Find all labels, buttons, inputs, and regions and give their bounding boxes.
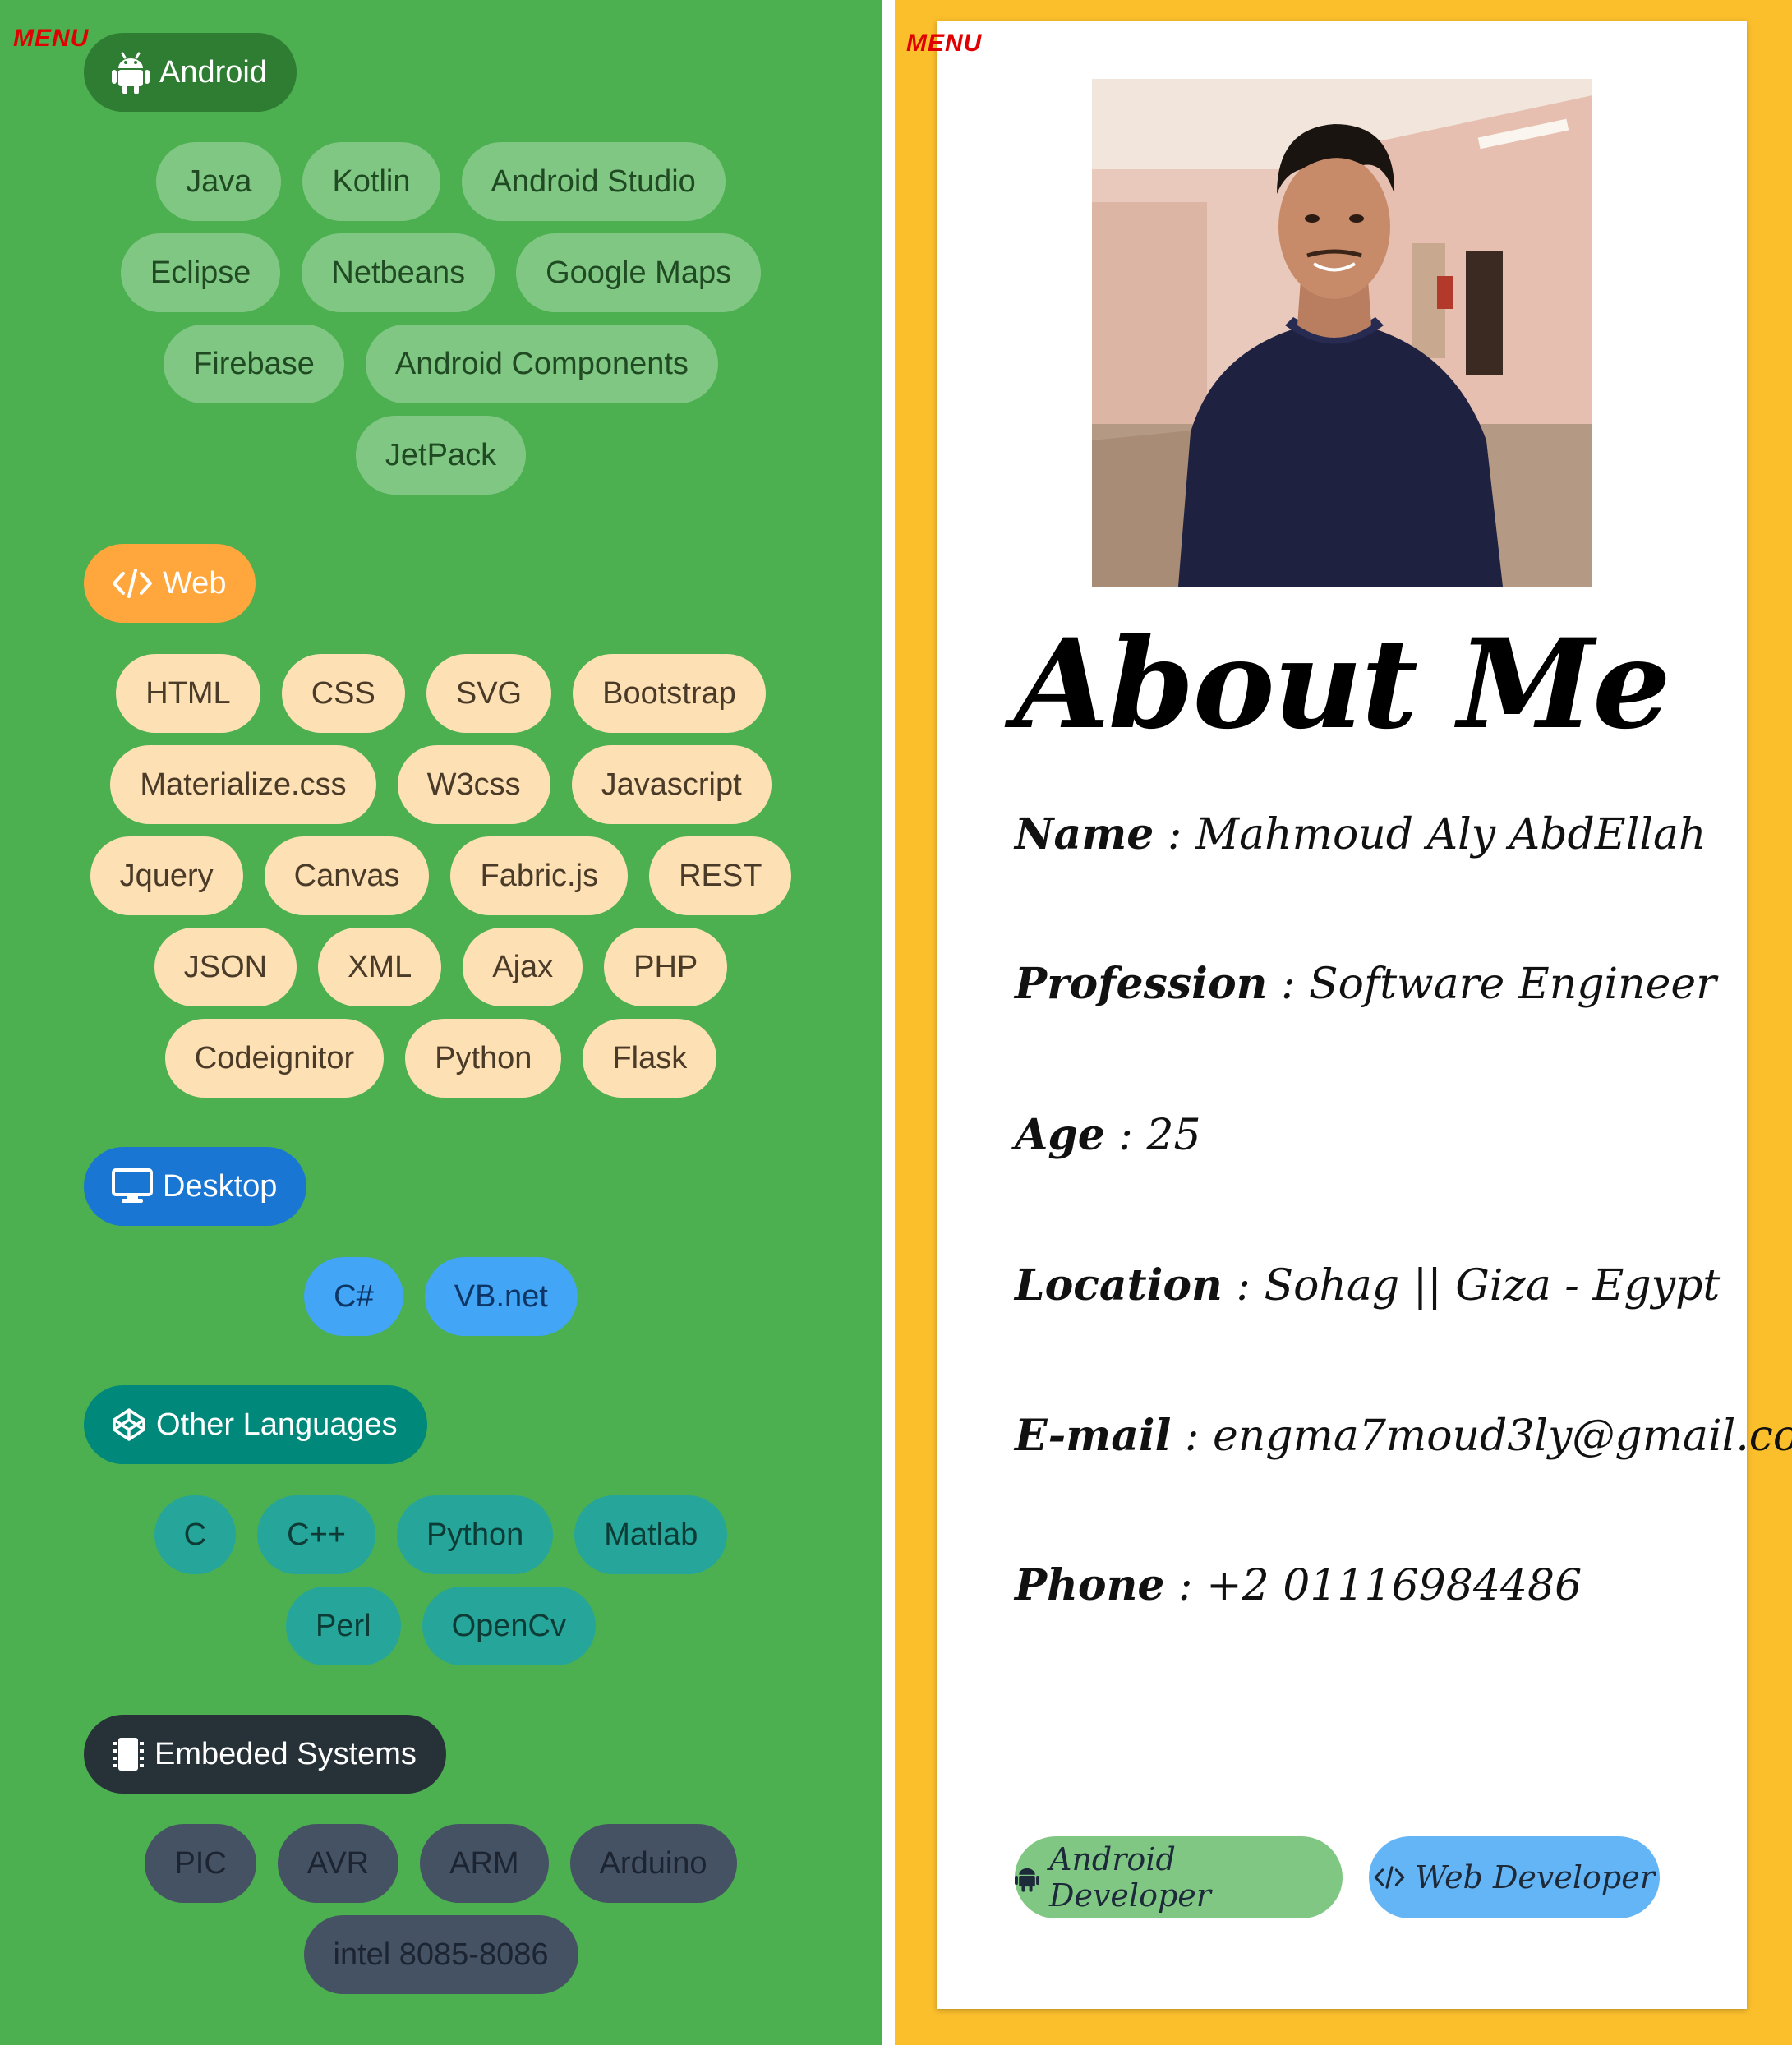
skill-chip[interactable]: Android Studio: [461, 142, 726, 221]
skill-chip[interactable]: PHP: [604, 928, 728, 1006]
android-icon: [112, 50, 150, 94]
skill-chip[interactable]: CSS: [281, 654, 405, 733]
skill-chip[interactable]: REST: [649, 836, 792, 915]
category-label: Other Languages: [156, 1407, 398, 1442]
info-key: E-mail: [1015, 1411, 1172, 1461]
info-name: Name : Mahmoud Aly AbdEllah: [1015, 809, 1707, 859]
android-skills: Java Kotlin Android Studio Eclipse Netbeans…: [0, 142, 882, 507]
category-web[interactable]: Web: [84, 544, 256, 623]
skill-chip[interactable]: Fabric.js: [450, 836, 629, 915]
android-developer-button[interactable]: Android Developer: [1015, 1836, 1343, 1918]
info-value[interactable]: : +2 01116984486: [1164, 1561, 1582, 1610]
code-icon: [112, 569, 153, 598]
chip-icon: [112, 1735, 145, 1773]
category-label: Android: [159, 54, 267, 90]
skill-chip[interactable]: Java: [156, 142, 282, 221]
badge-label: Android Developer: [1049, 1841, 1211, 1914]
skill-chip[interactable]: OpenCv: [422, 1587, 596, 1665]
category-embedded-systems[interactable]: Embeded Systems: [84, 1715, 446, 1794]
category-label: Embeded Systems: [154, 1736, 417, 1771]
skill-chip[interactable]: JSON: [154, 928, 297, 1006]
info-age: Age : 25: [1015, 1110, 1201, 1160]
category-label: Web: [163, 565, 227, 601]
info-value[interactable]: : engma7moud3ly@gmail.com: [1171, 1412, 1792, 1461]
skill-chip[interactable]: Materialize.css: [110, 745, 376, 824]
badge-label: Web Developer: [1415, 1859, 1655, 1895]
skill-chip[interactable]: JetPack: [355, 416, 527, 495]
skill-chip[interactable]: Google Maps: [516, 233, 762, 312]
skill-chip[interactable]: Ajax: [463, 928, 583, 1006]
skill-chip[interactable]: Python: [405, 1019, 562, 1098]
web-skills: HTML CSS SVG Bootstrap Materialize.css W3css…: [0, 654, 882, 1110]
skill-chip[interactable]: Eclipse: [120, 233, 281, 312]
info-location: Location : Sohag || Giza - Egypt: [1015, 1260, 1720, 1310]
skill-chip[interactable]: Flask: [583, 1019, 717, 1098]
info-value: : Sohag || Giza - Egypt: [1222, 1261, 1721, 1310]
skill-chip[interactable]: Matlab: [574, 1495, 728, 1574]
category-android[interactable]: Android: [84, 33, 297, 112]
skill-chip[interactable]: XML: [318, 928, 442, 1006]
skill-chip[interactable]: Firebase: [164, 325, 344, 403]
skill-chip[interactable]: Jquery: [90, 836, 243, 915]
profile-photo: [1092, 79, 1592, 587]
other-language-skills: C C++ Python Matlab Perl OpenCv: [0, 1495, 882, 1678]
skill-chip[interactable]: Kotlin: [302, 142, 440, 221]
skill-chip[interactable]: Netbeans: [302, 233, 495, 312]
skill-chip[interactable]: SVG: [426, 654, 552, 733]
skill-chip[interactable]: C++: [257, 1495, 375, 1574]
info-profession: Profession : Software Engineer: [1015, 959, 1716, 1009]
category-label: Desktop: [163, 1168, 278, 1204]
skill-chip[interactable]: HTML: [116, 654, 260, 733]
embedded-skills: PIC AVR ARM Arduino intel 8085-8086: [0, 1824, 882, 2006]
skill-chip[interactable]: Bootstrap: [573, 654, 766, 733]
skill-chip[interactable]: Perl: [286, 1587, 401, 1665]
skill-chip[interactable]: ARM: [420, 1824, 549, 1903]
skill-chip[interactable]: Canvas: [264, 836, 430, 915]
info-key: Age: [1015, 1110, 1105, 1160]
skill-chip[interactable]: intel 8085-8086: [303, 1915, 578, 1994]
category-other-languages[interactable]: Other Languages: [84, 1385, 427, 1464]
android-icon: [1015, 1863, 1039, 1892]
skill-chip[interactable]: W3css: [397, 745, 550, 824]
code-icon: [1374, 1866, 1405, 1889]
codepen-icon: [112, 1407, 146, 1442]
skills-panel: MENU Android Java Kotlin Android Studio Ec…: [0, 0, 882, 2045]
skill-chip[interactable]: Arduino: [569, 1824, 737, 1903]
info-phone: Phone : +2 01116984486: [1015, 1560, 1582, 1610]
info-value: : Software Engineer: [1267, 960, 1717, 1009]
info-key: Name: [1015, 809, 1154, 859]
about-panel: MENU About Me Name: Mahmoud Aly AbdElla…: [895, 0, 1792, 2045]
info-key: Phone: [1015, 1560, 1165, 1610]
info-key: Profession: [1015, 959, 1268, 1009]
category-desktop[interactable]: Desktop: [84, 1147, 307, 1226]
skill-chip[interactable]: PIC: [145, 1824, 256, 1903]
info-email: E-mail : engma7moud3ly@gmail.com: [1015, 1411, 1792, 1461]
desktop-icon: [112, 1168, 153, 1204]
skill-chip[interactable]: Python: [396, 1495, 554, 1574]
web-developer-button[interactable]: Web Developer: [1369, 1836, 1660, 1918]
skill-chip[interactable]: C: [154, 1495, 237, 1574]
skill-chip[interactable]: AVR: [277, 1824, 399, 1903]
menu-button[interactable]: MENU: [13, 25, 89, 53]
desktop-skills: C# VB.net: [0, 1257, 882, 1348]
menu-button[interactable]: MENU: [906, 30, 982, 58]
info-key: Location: [1015, 1260, 1223, 1310]
skill-chip[interactable]: Android Components: [365, 325, 718, 403]
info-value: : 25: [1104, 1111, 1201, 1160]
skill-chip[interactable]: VB.net: [424, 1257, 578, 1336]
skill-chip[interactable]: Codeignitor: [164, 1019, 385, 1098]
skill-chip[interactable]: C#: [304, 1257, 403, 1336]
info-value: : Mahmoud Aly AbdEllah: [1154, 810, 1707, 859]
about-title: About Me: [1014, 612, 1670, 757]
about-card: About Me Name : Mahmoud Aly AbdEllah Pro…: [937, 21, 1792, 2009]
skill-chip[interactable]: Javascript: [571, 745, 772, 824]
panel-divider: [882, 0, 895, 2045]
